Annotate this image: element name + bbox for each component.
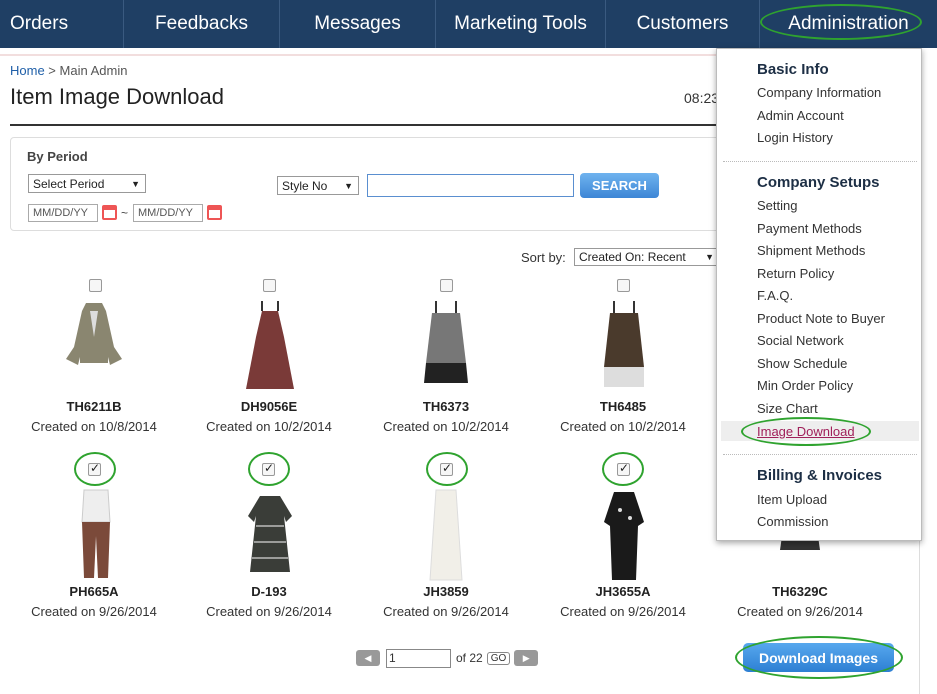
date-to-field[interactable]: MM/DD/YY (133, 204, 203, 222)
menu-item-shipment-methods[interactable]: Shipment Methods (757, 243, 865, 258)
menu-item-social-network[interactable]: Social Network (757, 333, 844, 348)
menu-section-company-setups: Company Setups (757, 174, 880, 191)
search-button[interactable]: SEARCH (580, 173, 659, 198)
menu-item-company-information[interactable]: Company Information (757, 85, 881, 100)
calendar-icon[interactable] (207, 205, 222, 220)
item-checkbox[interactable] (617, 279, 630, 292)
item-thumbnail[interactable] (240, 486, 300, 586)
chevron-down-icon: ▼ (705, 252, 714, 262)
period-select[interactable]: Select Period ▼ (28, 174, 146, 193)
nav-customers[interactable]: Customers (606, 0, 760, 48)
breadcrumb-current: Main Admin (59, 63, 128, 78)
chevron-down-icon: ▼ (131, 178, 140, 189)
period-select-value: Select Period (33, 176, 105, 191)
item-checkbox[interactable] (617, 461, 630, 476)
item-checkbox[interactable] (88, 461, 101, 476)
menu-item-commission[interactable]: Commission (757, 514, 829, 529)
item-checkbox[interactable] (262, 461, 275, 476)
menu-item-login-history[interactable]: Login History (757, 130, 833, 145)
item-created: Created on 9/26/2014 (206, 604, 332, 619)
pagination: ◀ 1 of 22 GO ▶ (356, 648, 539, 668)
field-select[interactable]: Style No ▼ (277, 176, 359, 195)
title-underline (10, 124, 720, 126)
menu-item-min-order-policy[interactable]: Min Order Policy (757, 378, 853, 393)
calendar-icon[interactable] (102, 205, 117, 220)
item-created: Created on 10/2/2014 (206, 419, 332, 434)
chevron-down-icon: ▼ (344, 180, 353, 191)
nav-marketing-tools[interactable]: Marketing Tools (436, 0, 606, 48)
menu-item-payment-methods[interactable]: Payment Methods (757, 221, 862, 236)
nav-messages[interactable]: Messages (280, 0, 436, 48)
item-sku: D-193 (251, 584, 287, 599)
administration-dropdown-menu: Basic Info Company Information Admin Acc… (716, 48, 922, 541)
item-thumbnail[interactable] (594, 486, 654, 586)
menu-divider (723, 161, 917, 162)
image-download-highlight-ring (741, 417, 871, 446)
menu-divider (723, 454, 917, 455)
item-checkbox[interactable] (440, 461, 453, 476)
menu-item-size-chart[interactable]: Size Chart (757, 401, 818, 416)
item-checkbox[interactable] (263, 279, 276, 292)
nav-feedbacks[interactable]: Feedbacks (124, 0, 280, 48)
item-thumbnail[interactable] (416, 486, 476, 586)
item-thumbnail[interactable] (240, 297, 300, 397)
item-sku: DH9056E (240, 399, 298, 414)
item-created: Created on 9/26/2014 (737, 604, 863, 619)
page-title: Item Image Download (10, 84, 224, 109)
page-count-text: of 22 (456, 651, 483, 665)
item-sku: JH3655A (595, 584, 651, 599)
item-thumbnail[interactable] (64, 297, 124, 397)
item-created: Created on 9/26/2014 (31, 604, 157, 619)
item-checkbox[interactable] (440, 279, 453, 292)
breadcrumb: Home > Main Admin (10, 63, 127, 78)
item-sku: TH6373 (422, 399, 470, 414)
download-highlight-ring (735, 636, 903, 679)
menu-item-admin-account[interactable]: Admin Account (757, 108, 844, 123)
item-sku: TH6211B (66, 399, 122, 414)
item-thumbnail[interactable] (416, 297, 476, 397)
search-input[interactable] (367, 174, 574, 197)
menu-section-basic-info: Basic Info (757, 61, 829, 78)
prev-page-button[interactable]: ◀ (356, 650, 380, 666)
item-thumbnail[interactable] (594, 297, 654, 397)
item-thumbnail[interactable] (66, 486, 126, 586)
by-period-label: By Period (27, 149, 88, 164)
menu-section-billing-invoices: Billing & Invoices (757, 467, 883, 484)
menu-item-product-note-to-buyer[interactable]: Product Note to Buyer (757, 311, 885, 326)
menu-item-item-upload[interactable]: Item Upload (757, 492, 827, 507)
item-created: Created on 10/2/2014 (560, 419, 686, 434)
breadcrumb-home-link[interactable]: Home (10, 63, 45, 78)
menu-item-setting[interactable]: Setting (757, 198, 797, 213)
administration-highlight-ring (760, 4, 922, 40)
breadcrumb-separator: > (44, 63, 60, 78)
clock-text: 08:23 (684, 90, 720, 106)
next-page-button[interactable]: ▶ (514, 650, 539, 666)
field-select-value: Style No (282, 178, 328, 193)
date-from-field[interactable]: MM/DD/YY (28, 204, 98, 222)
item-sku: TH6329C (772, 584, 828, 599)
page-number-input[interactable]: 1 (386, 648, 451, 668)
go-button[interactable]: GO (486, 651, 511, 665)
item-sku: PH665A (69, 584, 119, 599)
item-created: Created on 10/2/2014 (383, 419, 509, 434)
menu-item-return-policy[interactable]: Return Policy (757, 266, 834, 281)
item-checkbox[interactable] (89, 279, 102, 292)
item-created: Created on 10/8/2014 (31, 419, 157, 434)
item-created: Created on 9/26/2014 (560, 604, 686, 619)
sort-select[interactable]: Created On: Recent ▼ (574, 248, 720, 266)
item-sku: JH3859 (423, 584, 469, 599)
item-created: Created on 9/26/2014 (383, 604, 509, 619)
sort-select-value: Created On: Recent (579, 250, 686, 264)
menu-item-show-schedule[interactable]: Show Schedule (757, 356, 847, 371)
nav-orders[interactable]: Orders (0, 0, 124, 48)
menu-item-faq[interactable]: F.A.Q. (757, 288, 793, 303)
date-range-tilde: ~ (121, 206, 129, 220)
sort-label: Sort by: (521, 250, 566, 265)
item-sku: TH6485 (599, 399, 647, 414)
